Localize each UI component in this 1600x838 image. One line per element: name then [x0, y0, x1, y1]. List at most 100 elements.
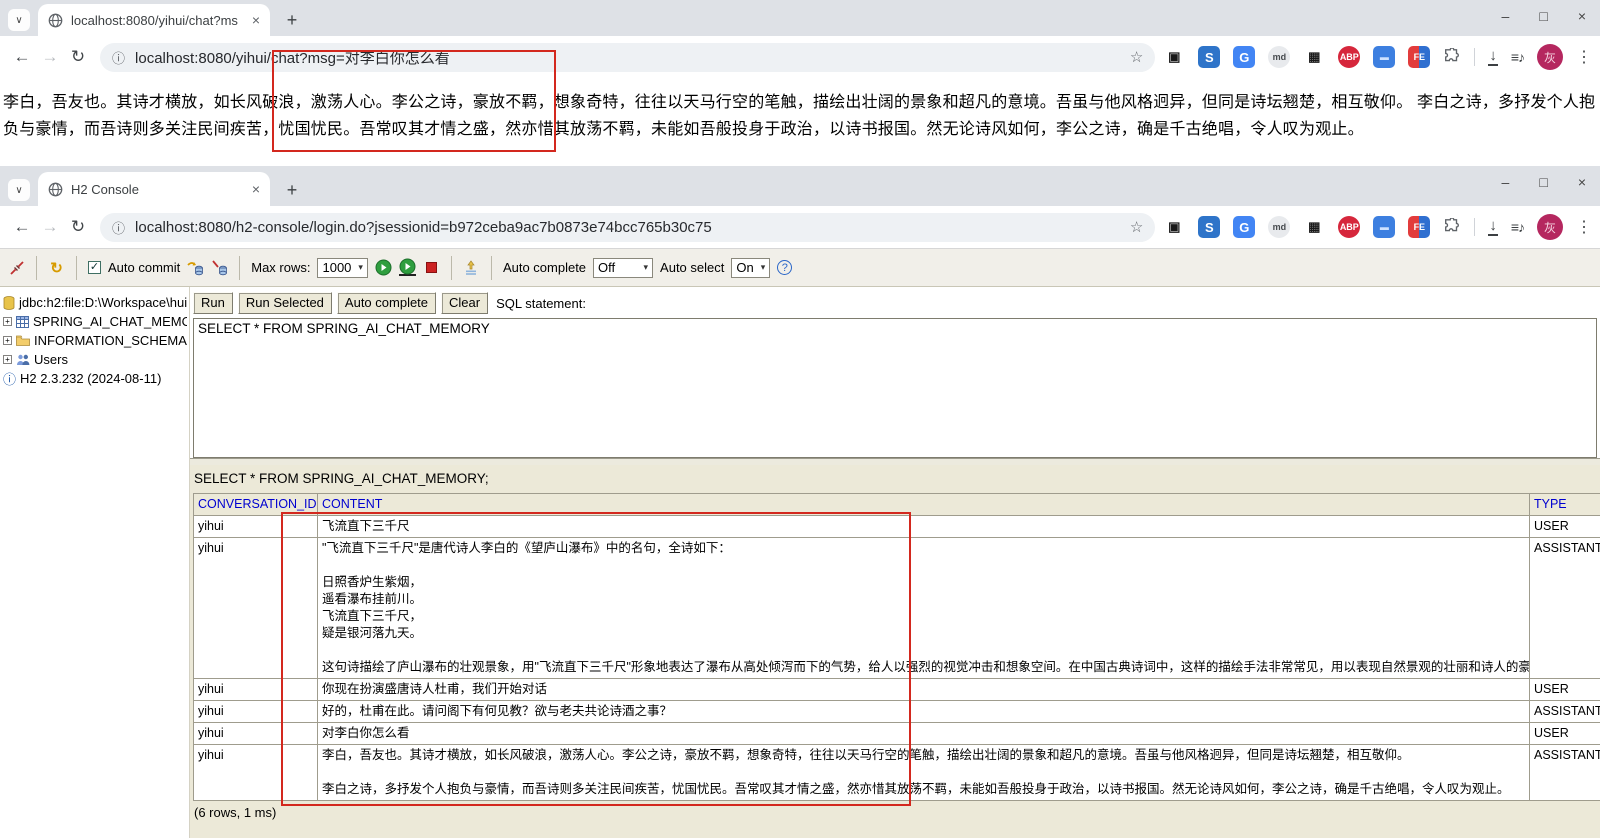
- run-icon[interactable]: [375, 259, 392, 276]
- tree-item-users[interactable]: + Users: [3, 350, 187, 369]
- extensions-puzzle-icon[interactable]: [1443, 48, 1461, 66]
- toolbar-divider: [1474, 218, 1475, 236]
- address-bar[interactable]: ⓘ localhost:8080/h2-console/login.do?jse…: [100, 213, 1155, 242]
- toolbar-divider: [239, 256, 240, 280]
- cell-conversation-id: yihui: [194, 538, 318, 679]
- downloads-icon[interactable]: ↓: [1488, 218, 1498, 236]
- table-row: yihui 好的，杜甫在此。请问阁下有何见教？欲与老夫共论诗酒之事？ ASSIS…: [194, 701, 1600, 723]
- sql-statement-label: SQL statement:: [496, 296, 586, 311]
- menu-kebab-icon[interactable]: ⋮: [1576, 217, 1588, 237]
- auto-complete-button[interactable]: Auto complete: [337, 292, 436, 314]
- auto-select-select[interactable]: On ▾: [731, 258, 770, 278]
- explain-plan-icon[interactable]: [463, 259, 480, 276]
- extension-icon[interactable]: S: [1198, 46, 1220, 68]
- auto-complete-select[interactable]: Off ▾: [593, 258, 653, 278]
- commit-icon[interactable]: [187, 259, 204, 276]
- maximize-button[interactable]: □: [1539, 173, 1547, 191]
- extension-icon[interactable]: FE: [1408, 216, 1430, 238]
- extension-icon[interactable]: ▬: [1373, 216, 1395, 238]
- adblock-icon[interactable]: ABP: [1338, 46, 1360, 68]
- extensions-puzzle-icon[interactable]: [1443, 218, 1461, 236]
- back-button[interactable]: ←: [8, 47, 36, 67]
- extension-icon[interactable]: ▦: [1303, 216, 1325, 238]
- address-bar[interactable]: ⓘ localhost:8080/yihui/chat?msg=对李白你怎么看 …: [100, 43, 1155, 72]
- browser-window-h2-console: ∨ H2 Console × + – □ × ← → ↻ ⓘ localhost…: [0, 166, 1600, 838]
- tab-h2-console[interactable]: H2 Console ×: [38, 172, 270, 206]
- expand-plus-icon[interactable]: +: [3, 355, 12, 364]
- sql-editor[interactable]: SELECT * FROM SPRING_AI_CHAT_MEMORY: [193, 318, 1597, 458]
- url-text[interactable]: localhost:8080/h2-console/login.do?jsess…: [135, 219, 1120, 236]
- extension-icon[interactable]: ▬: [1373, 46, 1395, 68]
- forward-button[interactable]: →: [36, 217, 64, 237]
- downloads-icon[interactable]: ↓: [1488, 48, 1498, 66]
- adblock-icon[interactable]: ABP: [1338, 216, 1360, 238]
- minimize-button[interactable]: –: [1502, 7, 1510, 25]
- run-button[interactable]: Run: [193, 292, 233, 314]
- disconnect-icon[interactable]: [8, 259, 25, 276]
- table-row: yihui "飞流直下三千尺"是唐代诗人李白的《望庐山瀑布》中的名句，全诗如下：…: [194, 538, 1600, 679]
- minimize-button[interactable]: –: [1502, 173, 1510, 191]
- max-rows-select[interactable]: 1000 ▾: [317, 258, 367, 278]
- bookmark-star-icon[interactable]: ☆: [1130, 218, 1143, 236]
- site-info-icon[interactable]: ⓘ: [112, 218, 125, 237]
- new-tab-button[interactable]: +: [278, 176, 306, 204]
- tab-title: localhost:8080/yihui/chat?ms: [71, 13, 244, 28]
- extension-icon[interactable]: md: [1268, 216, 1290, 238]
- auto-commit-checkbox[interactable]: ✓: [88, 261, 101, 274]
- expand-plus-icon[interactable]: +: [3, 317, 12, 326]
- clear-button[interactable]: Clear: [441, 292, 488, 314]
- tab-search-button[interactable]: ∨: [8, 9, 30, 31]
- globe-icon: [48, 13, 63, 28]
- extension-icon[interactable]: FE: [1408, 46, 1430, 68]
- forward-button[interactable]: →: [36, 47, 64, 67]
- close-button[interactable]: ×: [1578, 173, 1586, 191]
- maximize-button[interactable]: □: [1539, 7, 1547, 25]
- cell-content: 飞流直下三千尺: [318, 516, 1530, 538]
- translate-icon[interactable]: G: [1233, 46, 1255, 68]
- cell-type: ASSISTANT: [1530, 701, 1600, 723]
- site-info-icon[interactable]: ⓘ: [112, 48, 125, 67]
- rollback-icon[interactable]: [211, 259, 228, 276]
- extension-icon[interactable]: ▦: [1303, 46, 1325, 68]
- expand-plus-icon[interactable]: +: [3, 336, 12, 345]
- tree-item-table[interactable]: + SPRING_AI_CHAT_MEMORY: [3, 312, 187, 331]
- tab-close-icon[interactable]: ×: [252, 181, 260, 197]
- tree-item-schema[interactable]: + INFORMATION_SCHEMA: [3, 331, 187, 350]
- extension-icon[interactable]: md: [1268, 46, 1290, 68]
- tab-search-button[interactable]: ∨: [8, 179, 30, 201]
- reload-button[interactable]: ↻: [64, 217, 92, 237]
- translate-icon[interactable]: G: [1233, 216, 1255, 238]
- browser-window-chat: ∨ localhost:8080/yihui/chat?ms × + – □ ×…: [0, 0, 1600, 161]
- profile-avatar[interactable]: 灰: [1537, 214, 1563, 240]
- cell-type: ASSISTANT: [1530, 538, 1600, 679]
- extension-icon[interactable]: ▣: [1163, 46, 1185, 68]
- reload-button[interactable]: ↻: [64, 47, 92, 67]
- run-selected-button[interactable]: Run Selected: [238, 292, 332, 314]
- extension-icon[interactable]: S: [1198, 216, 1220, 238]
- new-tab-button[interactable]: +: [278, 6, 306, 34]
- cell-content: 李白，吾友也。其诗才横放，如长风破浪，激荡人心。李公之诗，豪放不羁，想象奇特，往…: [318, 745, 1530, 801]
- profile-avatar[interactable]: 灰: [1537, 44, 1563, 70]
- bookmark-star-icon[interactable]: ☆: [1130, 48, 1143, 66]
- menu-kebab-icon[interactable]: ⋮: [1576, 47, 1588, 67]
- extension-icon[interactable]: ▣: [1163, 216, 1185, 238]
- frame-splitter[interactable]: [190, 458, 1600, 465]
- tab-close-icon[interactable]: ×: [252, 12, 260, 28]
- cell-conversation-id: yihui: [194, 723, 318, 745]
- cell-type: USER: [1530, 679, 1600, 701]
- tab-chat[interactable]: localhost:8080/yihui/chat?ms ×: [38, 4, 270, 36]
- run-selected-icon[interactable]: [399, 259, 416, 276]
- close-button[interactable]: ×: [1578, 7, 1586, 25]
- browser-toolbar: ← → ↻ ⓘ localhost:8080/yihui/chat?msg=对李…: [0, 36, 1600, 78]
- url-text[interactable]: localhost:8080/yihui/chat?msg=对李白你怎么看: [135, 47, 1120, 68]
- results-table: CONVERSATION_ID CONTENT TYPE yihui 飞流直下三…: [193, 493, 1600, 801]
- media-queue-icon[interactable]: ≡♪: [1511, 219, 1524, 235]
- media-queue-icon[interactable]: ≡♪: [1511, 49, 1524, 65]
- cancel-icon[interactable]: [423, 259, 440, 276]
- help-icon[interactable]: ?: [777, 260, 792, 275]
- tree-item-database[interactable]: jdbc:h2:file:D:\Workspace\hui\pro: [3, 293, 187, 312]
- refresh-icon[interactable]: ↻: [48, 259, 65, 276]
- table-row: yihui 你现在扮演盛唐诗人杜甫，我们开始对话 USER: [194, 679, 1600, 701]
- back-button[interactable]: ←: [8, 217, 36, 237]
- auto-complete-label: Auto complete: [503, 260, 586, 275]
